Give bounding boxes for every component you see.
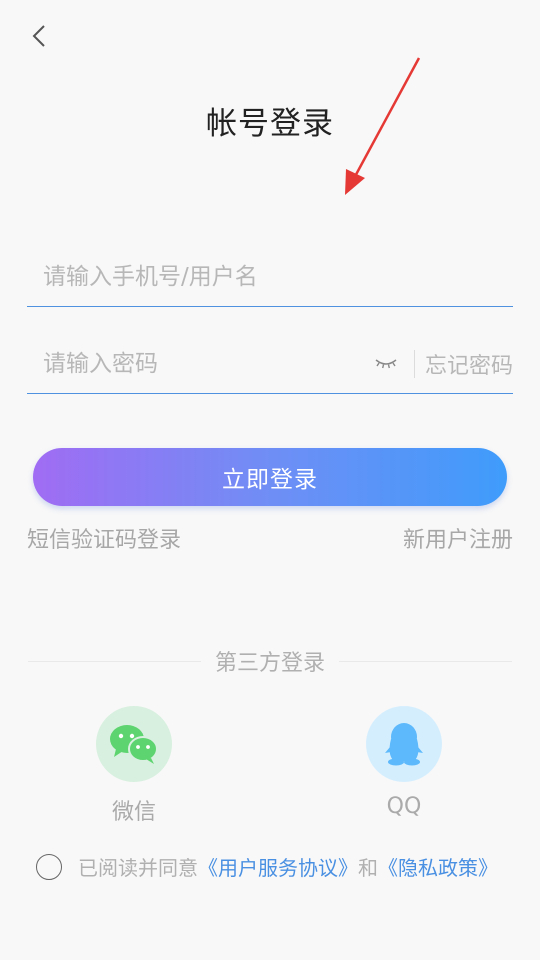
qq-icon xyxy=(385,723,423,766)
agreement-row: 已阅读并同意 《用户服务协议》 和 《隐私政策》 xyxy=(36,852,498,881)
forgot-password-link[interactable]: 忘记密码 xyxy=(425,348,513,380)
wechat-label: 微信 xyxy=(111,800,156,825)
page-title: 帐号登录 xyxy=(206,106,334,142)
chevron-left-icon xyxy=(32,25,45,47)
wechat-icon-circle xyxy=(96,706,172,782)
privacy-policy-link[interactable]: 《隐私政策》 xyxy=(378,852,498,881)
third-party-label: 第三方登录 xyxy=(215,651,326,676)
password-input[interactable] xyxy=(27,334,370,393)
eye-closed-icon xyxy=(375,358,397,368)
wechat-login-button[interactable]: 微信 xyxy=(94,706,174,826)
login-button[interactable]: 立即登录 xyxy=(33,448,507,506)
user-service-agreement-link[interactable]: 《用户服务协议》 xyxy=(198,852,358,881)
username-input[interactable] xyxy=(27,248,513,306)
password-field: 忘记密码 xyxy=(27,334,513,394)
toggle-password-visibility-button[interactable] xyxy=(370,348,402,380)
divider-line-left xyxy=(28,660,201,662)
field-divider xyxy=(413,349,415,378)
wechat-icon xyxy=(110,725,158,764)
qq-icon-circle xyxy=(366,706,442,782)
qq-label: QQ xyxy=(386,794,422,819)
back-button[interactable] xyxy=(24,20,54,52)
qq-login-button[interactable]: QQ xyxy=(364,706,444,819)
divider-line-right xyxy=(339,660,513,662)
username-field xyxy=(27,248,513,307)
sms-login-link[interactable]: 短信验证码登录 xyxy=(27,522,181,554)
third-party-divider: 第三方登录 xyxy=(28,646,513,676)
agreement-prefix: 已阅读并同意 xyxy=(78,856,198,880)
agreement-and: 和 xyxy=(358,856,378,880)
register-link[interactable]: 新用户注册 xyxy=(403,522,513,554)
agreement-checkbox[interactable] xyxy=(36,853,62,880)
